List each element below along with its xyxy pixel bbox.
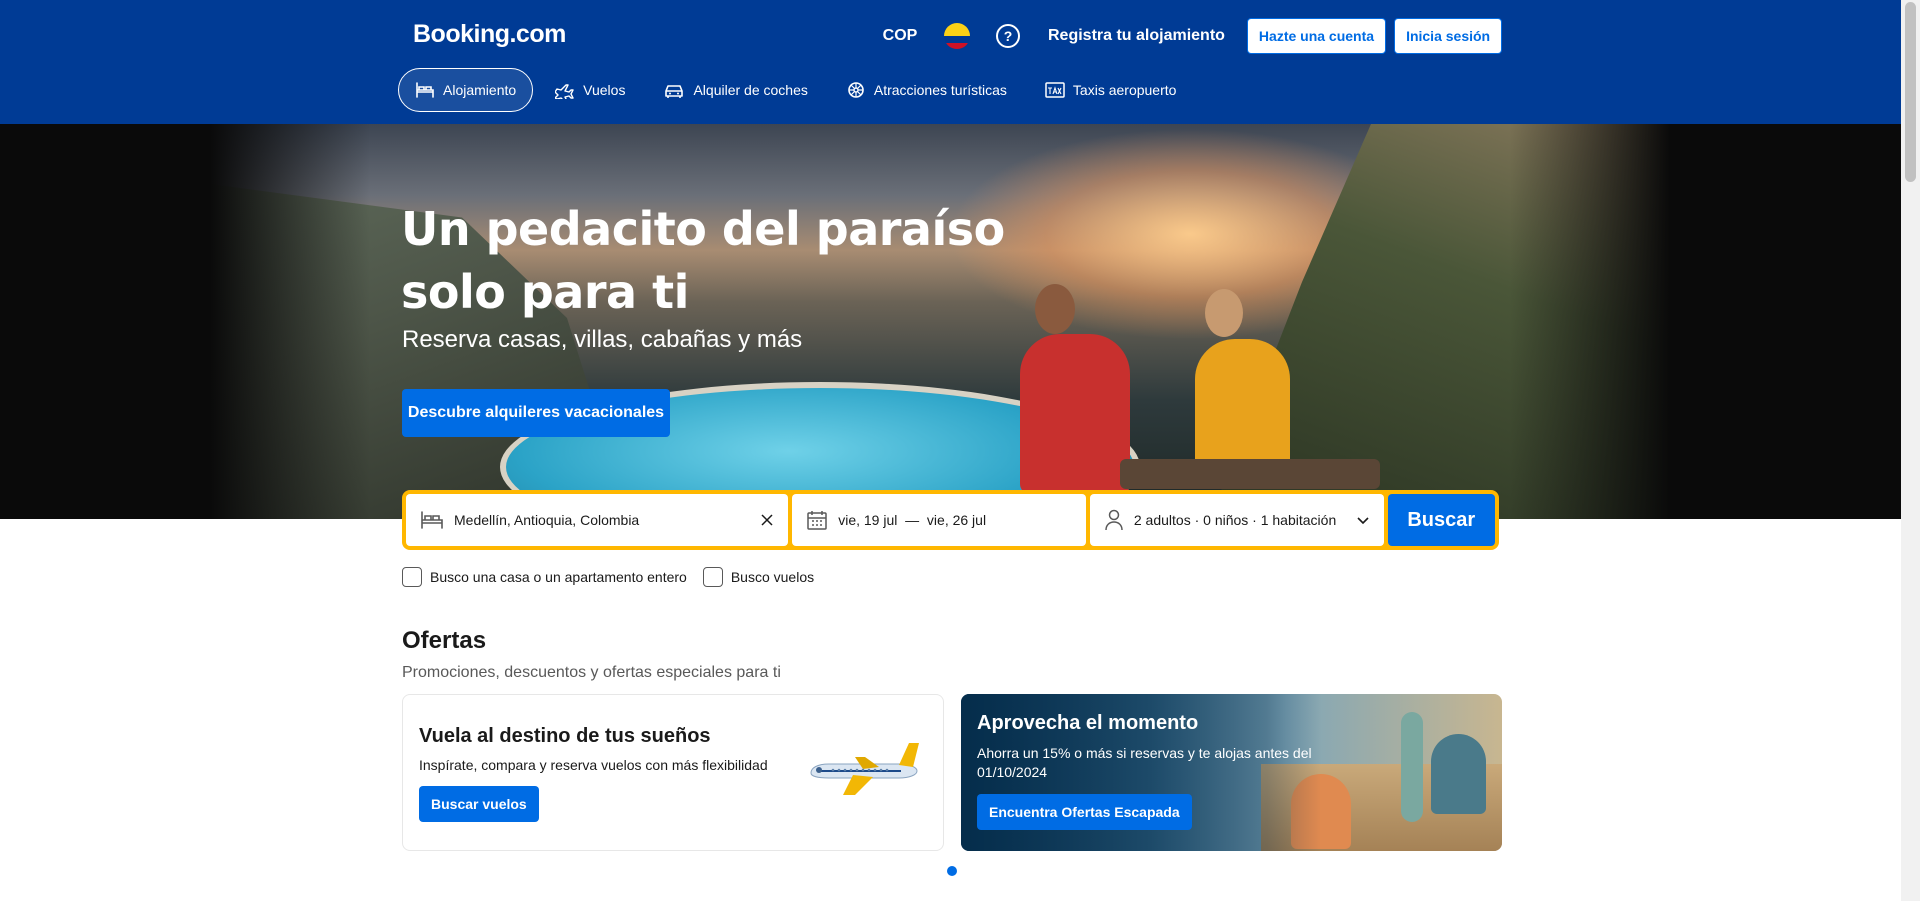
nav-item-label: Alquiler de coches [693,82,808,98]
dates-value: vie, 19 jul — vie, 26 jul [838,512,987,528]
destination-input[interactable]: Medellín, Antioquia, Colombia [454,512,760,528]
plane-icon [555,84,574,99]
flights-label: Busco vuelos [730,569,815,585]
register-property-link[interactable]: Registra tu alojamiento [1048,27,1225,45]
help-icon[interactable]: ? [996,24,1020,48]
destination-field[interactable]: Medellín, Antioquia, Colombia [406,494,789,546]
getaway-offer-card[interactable]: Aprovecha el momento Ahorra un 15% o más… [961,694,1502,851]
nav-item-attractions[interactable]: Atracciones turísticas [830,68,1023,112]
flights-offer-card[interactable]: Vuela al destino de tus sueños Inspírate… [402,694,944,851]
create-account-button[interactable]: Hazte una cuenta [1246,18,1387,54]
guests-field[interactable]: 2 adultos · 0 niños · 1 habitación [1089,494,1384,546]
flights-option[interactable]: Busco vuelos [702,567,815,587]
person-icon [1105,509,1123,531]
product-nav: Alojamiento Vuelos Alquiler de coches At… [398,68,1198,112]
getaway-deals-button[interactable]: Encuentra Ofertas Escapada [977,794,1192,830]
card-title: Aprovecha el momento [977,712,1199,734]
search-bar: Medellín, Antioquia, Colombia vie, 19 ju… [402,490,1499,550]
nav-item-label: Alojamiento [443,82,517,98]
vertical-scrollbar[interactable] [1901,0,1920,901]
whole-home-option[interactable]: Busco una casa o un apartamento entero [402,567,687,587]
guests-value: 2 adultos · 0 niños · 1 habitación [1133,512,1337,528]
nav-item-car-rental[interactable]: Alquiler de coches [647,68,823,112]
nav-item-airport-taxis[interactable]: Taxis aeropuerto [1029,68,1193,112]
bed-icon [416,82,434,98]
airplane-illustration-icon [810,743,919,795]
vacation-rentals-button[interactable]: Descubre alquileres vacacionales [402,389,670,437]
hero-title: Un pedacito del paraíso solo para ti [401,202,1005,319]
nav-item-label: Atracciones turísticas [873,82,1007,98]
search-button[interactable]: Buscar [1387,494,1495,546]
calendar-icon [807,511,827,530]
hero-subtitle: Reserva casas, villas, cabañas y más [402,326,803,353]
attractions-icon [848,82,864,98]
nav-item-label: Taxis aeropuerto [1072,82,1177,98]
bed-icon [421,511,443,529]
card-title: Vuela al destino de tus sueños [419,725,711,747]
nav-item-stays[interactable]: Alojamiento [398,68,534,112]
offers-title: Ofertas [402,627,487,654]
colombia-flag-icon[interactable] [944,23,970,49]
flights-checkbox[interactable] [702,567,723,587]
scrollbar-thumb[interactable] [1905,2,1916,182]
sign-in-button[interactable]: Inicia sesión [1394,18,1503,54]
card-text: Inspírate, compara y reserva vuelos con … [419,757,768,773]
carousel-dot[interactable] [947,866,957,876]
currency-selector[interactable]: COP [880,27,920,45]
header-actions: COP ? Registra tu alojamiento Hazte una … [880,18,1510,54]
date-picker-field[interactable]: vie, 19 jul — vie, 26 jul [792,494,1086,546]
nav-item-flights[interactable]: Vuelos [539,68,641,112]
search-options: Busco una casa o un apartamento entero B… [402,567,830,587]
whole-home-label: Busco una casa o un apartamento entero [430,569,687,585]
nav-item-label: Vuelos [583,82,626,98]
offers-subtitle: Promociones, descuentos y ofertas especi… [402,664,781,681]
car-icon [665,85,684,98]
clear-icon[interactable] [760,513,774,527]
card-text: Ahorra un 15% o más si reservas y te alo… [977,745,1312,780]
taxi-icon [1045,82,1065,98]
booking-logo[interactable]: Booking.com [413,20,566,49]
top-header: Booking.com COP ? Registra tu alojamient… [0,0,1901,124]
search-flights-button[interactable]: Buscar vuelos [419,786,539,822]
whole-home-checkbox[interactable] [402,567,422,587]
chevron-down-icon [1356,517,1369,525]
